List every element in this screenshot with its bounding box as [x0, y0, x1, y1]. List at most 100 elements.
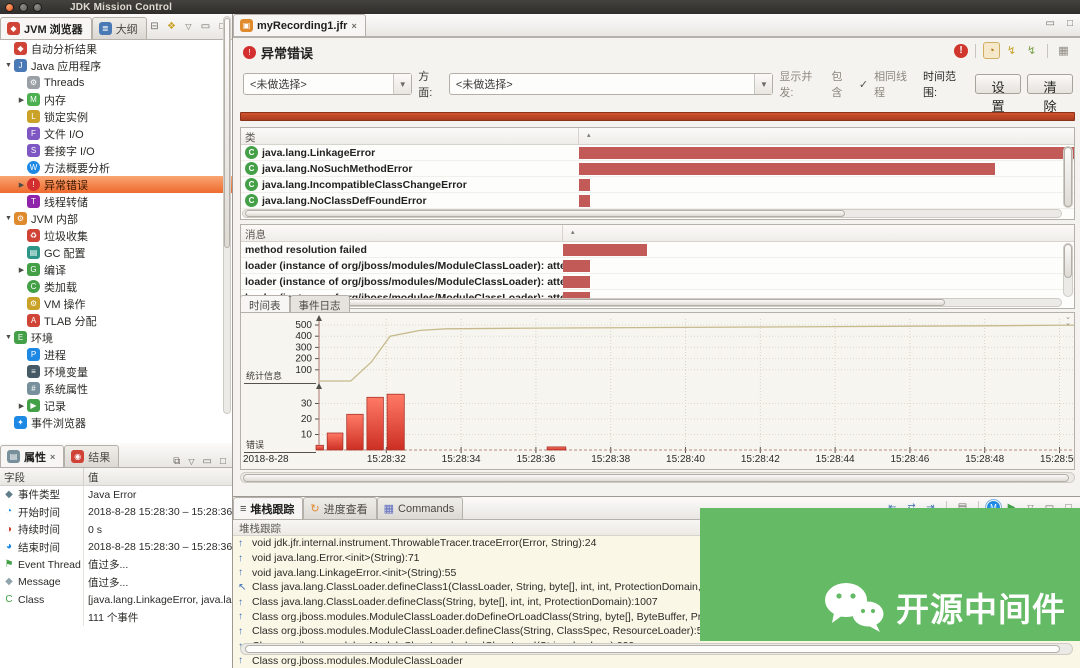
message-table-vscrollbar[interactable] — [1063, 243, 1073, 297]
clear-button[interactable]: 清除 — [1027, 74, 1074, 114]
check-icon[interactable]: ✓ — [859, 78, 868, 91]
tree-open-arrow-icon[interactable]: ▼ — [3, 334, 14, 341]
minimize-icon[interactable]: ▭ — [200, 456, 215, 467]
sidebar-item-exception-errors[interactable]: ▶! 异常错误 — [0, 176, 232, 193]
class-table-hscrollbar[interactable] — [242, 209, 1062, 218]
sidebar-item-jvm-internals[interactable]: ▼ ⚙ JVM 内部 — [0, 210, 232, 227]
column-class-bar[interactable]: ▴ — [579, 128, 1074, 144]
property-row[interactable]: 111 个事件 — [0, 608, 232, 626]
sidebar-item-gc-config[interactable]: ▤ GC 配置 — [0, 244, 232, 261]
message-row[interactable]: loader (instance of org/jboss/modules/Mo… — [241, 258, 1074, 274]
tab-jvm-browser[interactable]: ◆ JVM 浏览器 — [0, 17, 92, 39]
stack-frame-row[interactable]: ↑ Class org.jboss.modules.ModuleClassLoad… — [233, 654, 1080, 668]
class-table-vscrollbar[interactable] — [1063, 146, 1073, 208]
sidebar-item-system-properties[interactable]: # 系统属性 — [0, 380, 232, 397]
column-value[interactable]: 值 — [84, 468, 232, 485]
minimize-icon[interactable]: ▭ — [1043, 18, 1058, 29]
sidebar-item-environment[interactable]: ▼ E 环境 — [0, 329, 232, 346]
window-minimize-button[interactable] — [19, 2, 28, 12]
stack-trace-hscrollbar[interactable] — [240, 643, 1073, 655]
tab-properties[interactable]: ▤ 属性 × — [0, 445, 65, 467]
stack-arrow-icon: ↖ — [238, 581, 247, 593]
step-back-icon[interactable]: ↯ — [1003, 42, 1020, 59]
class-row[interactable]: Cjava.lang.LinkageError — [241, 145, 1074, 161]
sidebar-item-vm-operations[interactable]: ⚙ VM 操作 — [0, 295, 232, 312]
class-row[interactable]: Cjava.lang.NoSuchMethodError — [241, 161, 1074, 177]
property-row[interactable]: ◑ 持续时间 0 s — [0, 521, 232, 539]
sidebar-item-auto-analysis[interactable]: ◆ 自动分析结果 — [0, 40, 232, 57]
sidebar-item-thread-dump[interactable]: T 线程转储 — [0, 193, 232, 210]
maximize-icon[interactable]: □ — [217, 456, 229, 467]
chevron-down-icon[interactable]: ▼ — [754, 74, 773, 94]
tab-progress-view[interactable]: ↻ 进度查看 — [303, 497, 377, 519]
sidebar-item-label: TLAB 分配 — [44, 315, 97, 328]
set-button[interactable]: 设置 — [974, 74, 1021, 114]
sidebar-item-env-variables[interactable]: ≡ 环境变量 — [0, 363, 232, 380]
time-range-select-icon[interactable]: ◔ — [983, 42, 1000, 59]
tree-open-arrow-icon[interactable]: ▼ — [3, 215, 14, 222]
column-message[interactable]: 消息 — [241, 225, 563, 241]
close-icon[interactable]: × — [351, 21, 356, 31]
step-forward-icon[interactable]: ↯ — [1023, 42, 1040, 59]
sidebar-item-lock-instances[interactable]: L 锁定实例 — [0, 108, 232, 125]
sidebar-item-garbage-collection[interactable]: ♻ 垃圾收集 — [0, 227, 232, 244]
message-table-hscrollbar[interactable] — [242, 298, 1062, 307]
property-row[interactable]: ⚑ Event Thread 值过多... — [0, 556, 232, 574]
sidebar-item-file-io[interactable]: F 文件 I/O — [0, 125, 232, 142]
table-settings-icon[interactable]: ▦ — [1055, 42, 1072, 59]
error-badge-icon[interactable]: ! — [954, 43, 968, 58]
tree-closed-arrow-icon[interactable]: ▶ — [16, 181, 27, 189]
sidebar-item-memory[interactable]: ▶ M 内存 — [0, 91, 232, 108]
sidebar-item-class-loading[interactable]: C 类加载 — [0, 278, 232, 295]
sidebar-item-recording[interactable]: ▶ ▶ 记录 — [0, 397, 232, 414]
sidebar-item-tlab-allocation[interactable]: A TLAB 分配 — [0, 312, 232, 329]
sidebar-item-threads[interactable]: ⚙ Threads — [0, 74, 232, 91]
sidebar-item-method-profiling[interactable]: W 方法概要分析 — [0, 159, 232, 176]
message-row[interactable]: loader (instance of org/jboss/modules/Mo… — [241, 290, 1074, 298]
property-row[interactable]: ◔ 开始时间 2018-8-28 15:28:30 – 15:28:36 — [0, 503, 232, 521]
tree-closed-arrow-icon[interactable]: ▶ — [16, 266, 27, 274]
view-menu-icon[interactable]: ▽ — [185, 457, 197, 466]
class-row[interactable]: Cjava.lang.IncompatibleClassChangeError — [241, 177, 1074, 193]
sidebar-item-processes[interactable]: P 进程 — [0, 346, 232, 363]
window-maximize-button[interactable] — [33, 2, 42, 12]
sidebar-item-socket-io[interactable]: S 套接字 I/O — [0, 142, 232, 159]
property-row[interactable]: C Class [java.lang.LinkageError, java.lang… — [0, 591, 232, 609]
range-navigator[interactable] — [240, 112, 1075, 121]
tab-commands[interactable]: ▦ Commands — [376, 497, 464, 519]
property-row[interactable]: ◕ 结束时间 2018-8-28 15:28:30 – 15:28:36 — [0, 538, 232, 556]
aspect-combo[interactable]: <未做选择> ▼ — [448, 73, 774, 95]
view-menu-icon[interactable]: ▽ — [181, 19, 196, 34]
maximize-icon[interactable]: □ — [1064, 18, 1076, 29]
tab-recording[interactable]: ▣ myRecording1.jfr × — [233, 14, 366, 36]
selection-combo[interactable]: <未做选择> ▼ — [243, 73, 413, 95]
column-message-bar[interactable]: ▴ — [563, 225, 1074, 241]
sidebar-item-java-application[interactable]: ▼ J Java 应用程序 — [0, 57, 232, 74]
new-view-icon[interactable]: ⧉ — [170, 456, 183, 467]
minimize-icon[interactable]: ▭ — [198, 19, 213, 34]
collapse-all-icon[interactable]: ⊟ — [147, 19, 162, 34]
filter-ribbon-icon[interactable]: ❖ — [164, 19, 179, 34]
chart-hscrollbar[interactable] — [240, 472, 1075, 483]
class-row[interactable]: Cjava.lang.NoClassDefFoundError — [241, 193, 1074, 209]
property-row[interactable]: ◆ 事件类型 Java Error — [0, 486, 232, 504]
property-row[interactable]: ◆ Message 值过多... — [0, 573, 232, 591]
column-field[interactable]: 字段 — [0, 468, 84, 485]
sidebar-item-compilation[interactable]: ▶ G 编译 — [0, 261, 232, 278]
window-close-button[interactable] — [5, 2, 14, 12]
tree-scrollbar[interactable] — [223, 16, 231, 414]
column-class[interactable]: 类 — [241, 128, 579, 144]
tree-closed-arrow-icon[interactable]: ▶ — [16, 402, 27, 410]
property-field: ◕ 结束时间 — [0, 538, 84, 556]
chart-scroll-icons[interactable]: ⌄ ⌄ — [1065, 314, 1071, 327]
chevron-down-icon[interactable]: ▼ — [393, 74, 412, 94]
tab-results[interactable]: ◉ 结果 — [64, 445, 120, 467]
close-icon[interactable]: × — [50, 452, 55, 462]
message-row[interactable]: loader (instance of org/jboss/modules/Mo… — [241, 274, 1074, 290]
tree-closed-arrow-icon[interactable]: ▶ — [16, 96, 27, 104]
message-row[interactable]: method resolution failed — [241, 242, 1074, 258]
tree-open-arrow-icon[interactable]: ▼ — [3, 62, 14, 69]
tab-outline[interactable]: ≣ 大纲 — [91, 17, 147, 39]
tab-stack-trace[interactable]: ≡ 堆栈跟踪 — [233, 497, 304, 519]
sidebar-item-event-browser[interactable]: ✦ 事件浏览器 — [0, 414, 232, 431]
